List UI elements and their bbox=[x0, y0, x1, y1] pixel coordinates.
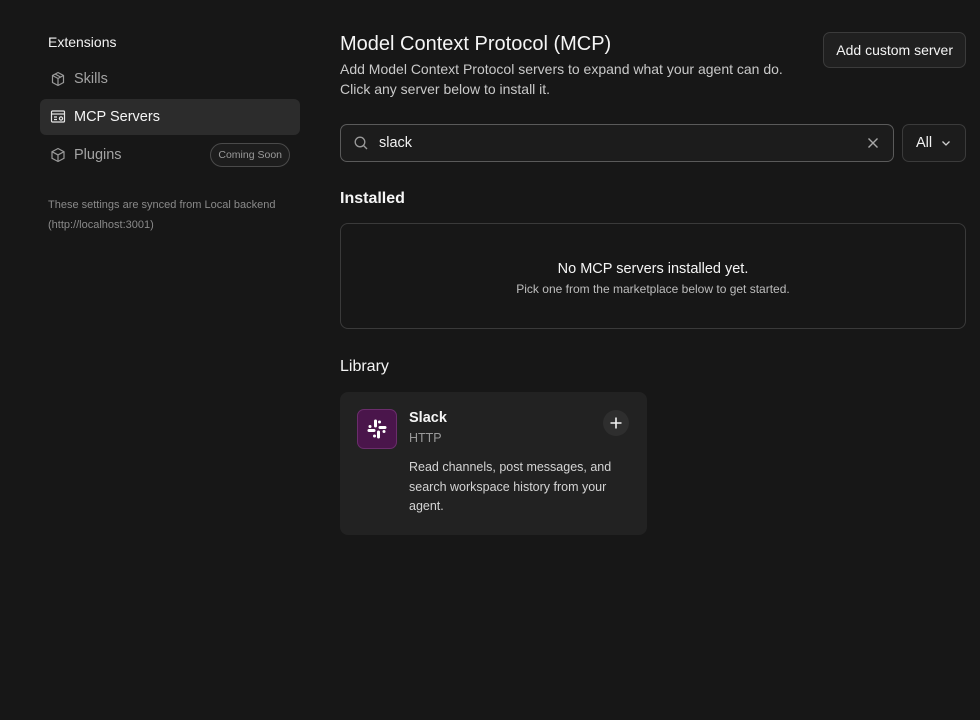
sidebar: Extensions Skills MCP Servers Plugins Co… bbox=[40, 30, 300, 235]
app: Extensions Skills MCP Servers Plugins Co… bbox=[0, 0, 980, 720]
page-header: Model Context Protocol (MCP) Add Model C… bbox=[340, 30, 966, 100]
library-section-title: Library bbox=[340, 358, 389, 375]
cube-stack-icon bbox=[50, 71, 66, 87]
server-type: HTTP bbox=[409, 431, 442, 445]
server-name: Slack bbox=[409, 410, 447, 426]
sidebar-item-plugins[interactable]: Plugins Coming Soon bbox=[40, 137, 300, 173]
close-icon[interactable] bbox=[865, 135, 881, 151]
sidebar-item-label: MCP Servers bbox=[74, 109, 160, 125]
page-description: Add Model Context Protocol servers to ex… bbox=[340, 61, 783, 97]
installed-section-title: Installed bbox=[340, 190, 405, 207]
filter-select[interactable]: All bbox=[902, 124, 966, 162]
plus-icon bbox=[610, 417, 622, 429]
add-server-button[interactable] bbox=[603, 410, 629, 436]
sidebar-item-skills[interactable]: Skills bbox=[40, 61, 300, 97]
server-description: Read channels, post messages, and search… bbox=[409, 460, 612, 513]
sidebar-item-label: Plugins bbox=[74, 147, 122, 163]
empty-state-title: No MCP servers installed yet. bbox=[557, 260, 749, 277]
slack-icon bbox=[357, 409, 397, 449]
server-card-slack[interactable]: Slack HTTP Read channels, post messages,… bbox=[340, 392, 647, 535]
sidebar-item-mcp-servers[interactable]: MCP Servers bbox=[40, 99, 300, 135]
installed-empty-state: No MCP servers installed yet. Pick one f… bbox=[340, 223, 966, 329]
package-icon bbox=[50, 147, 66, 163]
search-row: All bbox=[340, 124, 966, 162]
search-icon bbox=[354, 136, 368, 150]
sidebar-nav: Skills MCP Servers Plugins Coming Soon bbox=[40, 61, 300, 173]
search-input[interactable] bbox=[379, 135, 865, 151]
chevron-down-icon bbox=[942, 141, 951, 146]
server-settings-icon bbox=[50, 109, 66, 125]
sidebar-title: Extensions bbox=[48, 34, 117, 50]
add-custom-server-button[interactable]: Add custom server bbox=[823, 32, 966, 68]
filter-value: All bbox=[915, 135, 933, 151]
coming-soon-badge: Coming Soon bbox=[210, 143, 290, 167]
sync-note: These settings are synced from Local bac… bbox=[48, 199, 276, 231]
main-content: Model Context Protocol (MCP) Add Model C… bbox=[340, 30, 966, 535]
empty-state-subtitle: Pick one from the marketplace below to g… bbox=[516, 281, 790, 296]
sidebar-item-label: Skills bbox=[74, 71, 108, 87]
search-box[interactable] bbox=[340, 124, 894, 162]
